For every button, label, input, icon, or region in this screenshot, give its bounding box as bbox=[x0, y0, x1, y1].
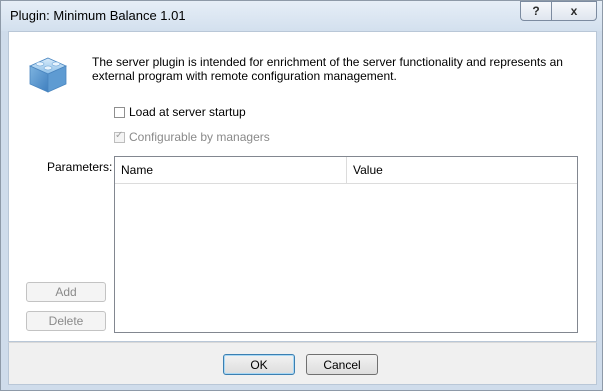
checkmark-icon: ✓ bbox=[115, 129, 124, 141]
help-button[interactable]: ? bbox=[520, 1, 551, 21]
load-at-startup-row[interactable]: Load at server startup bbox=[114, 105, 246, 119]
parameters-table[interactable]: Name Value bbox=[114, 156, 578, 333]
close-button[interactable]: x bbox=[551, 1, 597, 21]
plugin-description: The server plugin is intended for enrich… bbox=[92, 55, 563, 83]
ok-button[interactable]: OK bbox=[223, 354, 295, 375]
load-at-startup-label[interactable]: Load at server startup bbox=[129, 105, 246, 119]
column-header-name[interactable]: Name bbox=[115, 157, 347, 183]
table-header: Name Value bbox=[115, 157, 577, 184]
configurable-by-managers-row: ✓ Configurable by managers bbox=[114, 130, 270, 144]
help-icon: ? bbox=[532, 4, 540, 18]
delete-button[interactable]: Delete bbox=[26, 311, 106, 331]
dialog-footer bbox=[8, 342, 597, 385]
title-buttons: ? x bbox=[520, 1, 597, 21]
close-icon: x bbox=[570, 4, 578, 18]
configurable-by-managers-checkbox: ✓ bbox=[114, 129, 125, 143]
configurable-by-managers-label: Configurable by managers bbox=[129, 130, 270, 144]
cancel-button[interactable]: Cancel bbox=[306, 354, 378, 375]
load-at-startup-checkbox[interactable] bbox=[114, 106, 125, 118]
window-title: Plugin: Minimum Balance 1.01 bbox=[10, 8, 186, 23]
parameters-label: Parameters: bbox=[47, 160, 113, 174]
add-button[interactable]: Add bbox=[26, 282, 106, 302]
plugin-cubes-icon bbox=[29, 57, 67, 93]
column-header-value[interactable]: Value bbox=[347, 157, 577, 183]
title-bar[interactable]: Plugin: Minimum Balance 1.01 ? x bbox=[1, 1, 602, 31]
